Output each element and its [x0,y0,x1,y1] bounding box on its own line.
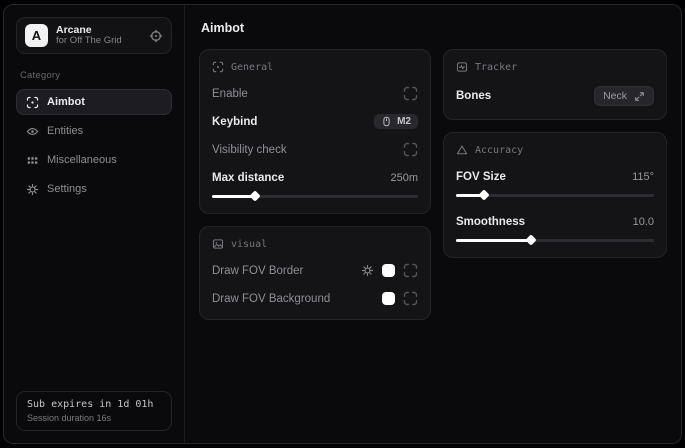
sidebar-item-label: Miscellaneous [47,154,117,166]
fov-size-value: 115° [632,171,654,183]
triangle-icon [456,144,468,156]
sidebar-item-miscellaneous[interactable]: Miscellaneous [16,147,172,173]
expand-icon [634,91,645,102]
sidebar-item-entities[interactable]: Entities [16,118,172,144]
card-title: Accuracy [475,145,523,156]
keybind-value: M2 [397,116,411,127]
card-title: General [231,62,273,73]
bones-label: Bones [456,90,491,102]
card-title: visual [231,239,267,250]
general-card: General Enable Keybind M2 [199,49,431,214]
enable-label: Enable [212,88,248,100]
max-distance-label: Max distance [212,172,284,184]
max-distance-slider[interactable] [212,192,418,200]
eye-icon [26,125,39,138]
slider-fill [456,239,531,242]
smoothness-label: Smoothness [456,216,525,228]
visibility-checkbox[interactable] [403,142,418,157]
visual-card: visual Draw FOV Border Dr [199,226,431,320]
activity-icon [456,61,468,73]
smoothness-slider[interactable] [456,236,654,244]
tracker-card: Tracker Bones Neck [443,49,667,120]
subscription-info-card: Sub expires in 1d 01h Session duration 1… [16,391,172,431]
sub-expiry-text: Sub expires in 1d 01h [27,399,161,410]
page-title: Aimbot [201,21,665,35]
sidebar-item-aimbot[interactable]: Aimbot [16,89,172,115]
fov-background-checkbox[interactable] [403,291,418,306]
sidebar-item-label: Entities [47,125,83,137]
fov-border-color-swatch[interactable] [382,264,395,277]
app-subtitle: for Off The Grid [56,36,141,47]
fov-size-slider[interactable] [456,191,654,199]
session-duration-text: Session duration 16s [27,413,161,423]
draw-fov-background-label: Draw FOV Background [212,293,330,305]
enable-checkbox[interactable] [403,86,418,101]
category-label: Category [20,70,168,81]
gear-icon[interactable] [361,264,374,277]
image-icon [212,238,224,250]
app-logo: A [25,24,48,47]
draw-fov-border-label: Draw FOV Border [212,265,303,277]
max-distance-value: 250m [390,172,418,184]
crosshair-icon [26,96,39,109]
fov-background-color-swatch[interactable] [382,292,395,305]
crosshair-icon [212,61,224,73]
target-icon[interactable] [149,29,163,43]
smoothness-value: 10.0 [633,216,654,228]
fov-size-label: FOV Size [456,171,506,183]
slider-thumb[interactable] [526,234,537,245]
mouse-icon [381,116,392,127]
app-header-card: A Arcane for Off The Grid [16,17,172,54]
card-title: Tracker [475,62,517,73]
gear-icon [26,183,39,196]
slider-thumb[interactable] [478,189,489,200]
sidebar: A Arcane for Off The Grid Category Aimbo… [4,5,185,443]
accuracy-card: Accuracy FOV Size 115° Smoothness 10.0 [443,132,667,258]
sidebar-item-label: Settings [47,183,87,195]
fov-border-checkbox[interactable] [403,263,418,278]
keybind-label: Keybind [212,116,257,128]
grid-icon [26,154,39,167]
bones-dropdown[interactable]: Neck [594,86,654,106]
visibility-check-label: Visibility check [212,144,287,156]
keybind-button[interactable]: M2 [374,114,418,129]
app-window: A Arcane for Off The Grid Category Aimbo… [3,4,682,444]
bones-selected-value: Neck [603,90,627,102]
slider-thumb[interactable] [250,190,261,201]
sidebar-item-label: Aimbot [47,96,85,108]
main-content: Aimbot General Enable [185,5,681,443]
sidebar-item-settings[interactable]: Settings [16,176,172,202]
